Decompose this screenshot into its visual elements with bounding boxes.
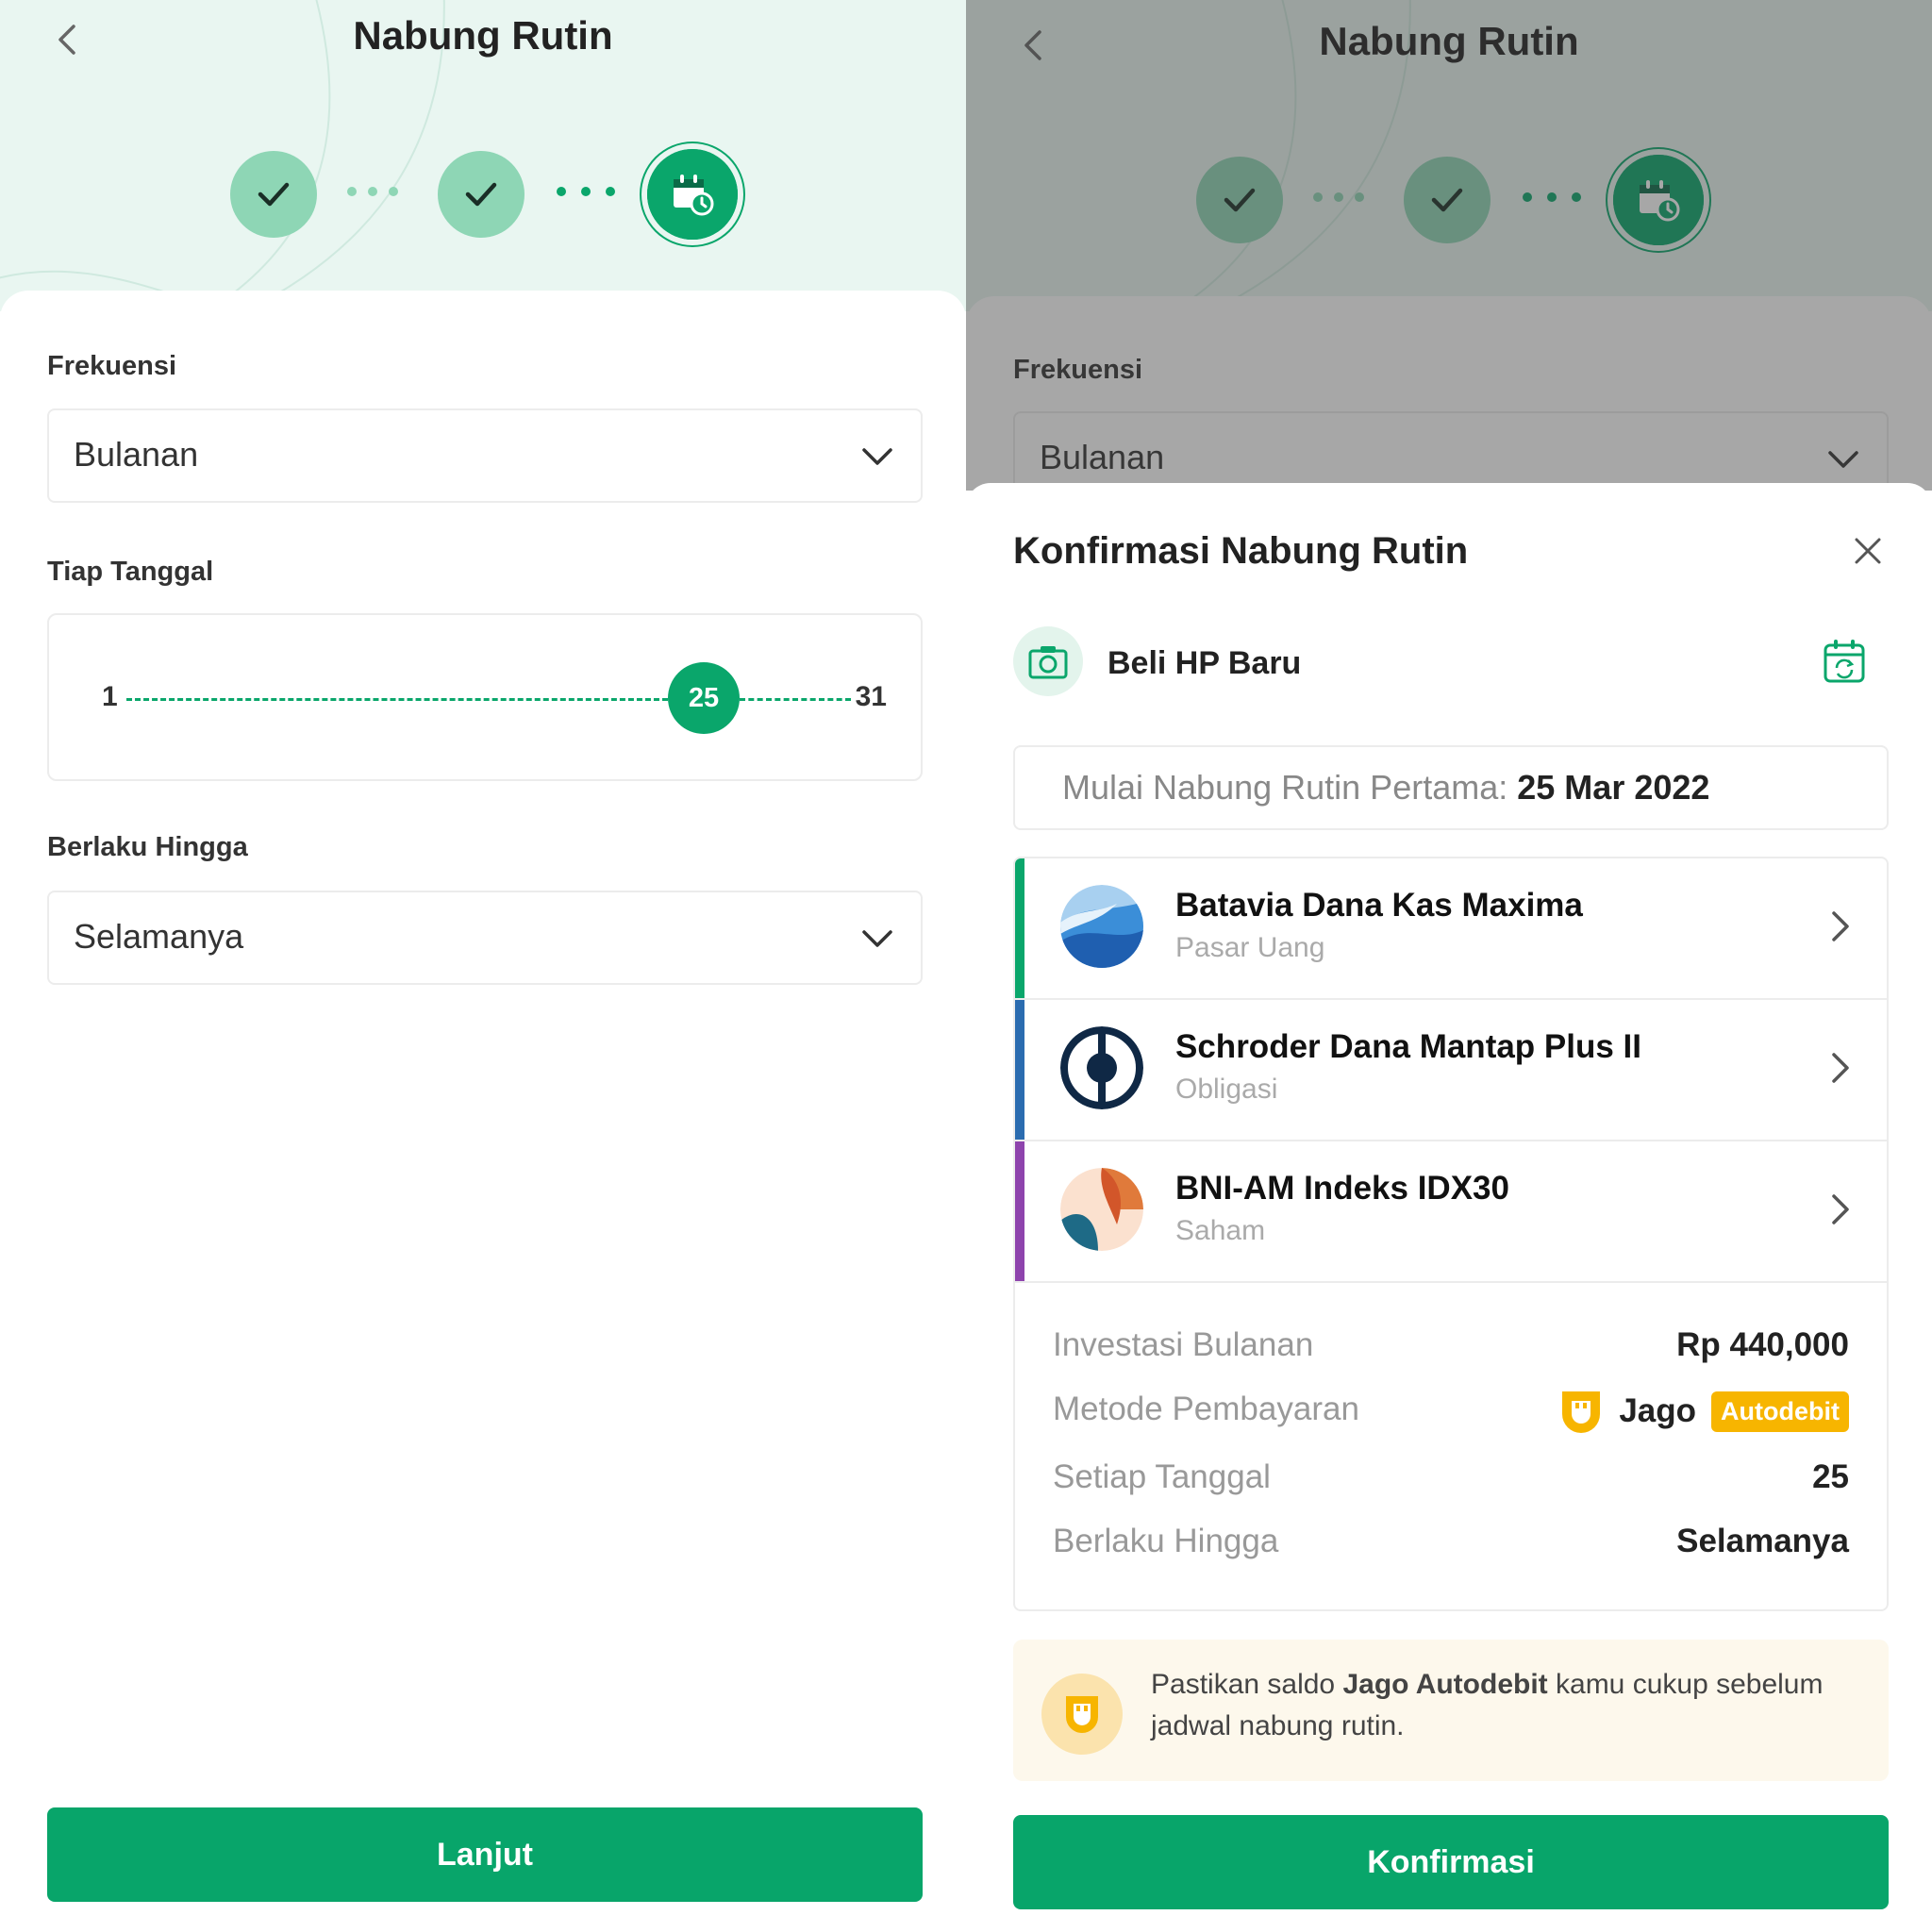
confirmation-sheet: Konfirmasi Nabung Rutin Beli HP Baru Mul…	[966, 483, 1932, 1932]
calendar-clock-icon	[674, 175, 714, 216]
next-button[interactable]: Lanjut	[47, 1807, 923, 1902]
slider-track-left	[126, 698, 668, 701]
payment-name: Jago	[1619, 1392, 1697, 1429]
close-icon[interactable]	[1851, 534, 1885, 568]
day-row: Setiap Tanggal 25	[1053, 1458, 1849, 1506]
frequency-dropdown[interactable]: Bulanan	[47, 408, 923, 503]
until-value: Selamanya	[1676, 1523, 1849, 1559]
payment-label: Metode Pembayaran	[1053, 1391, 1359, 1427]
until-row: Berlaku Hingga Selamanya	[1053, 1523, 1849, 1570]
frequency-label: Frekuensi	[47, 351, 176, 381]
schroder-logo-icon	[1060, 1026, 1143, 1109]
step-connector-2	[557, 187, 615, 196]
notice-text-pre: Pastikan saldo	[1151, 1669, 1343, 1700]
day-value: 25	[1812, 1458, 1849, 1495]
investment-value: Rp 440,000	[1676, 1326, 1849, 1363]
balance-notice: Pastikan saldo Jago Autodebit kamu cukup…	[1013, 1640, 1889, 1781]
payment-row: Metode Pembayaran Jago Autodebit	[1053, 1391, 1849, 1438]
start-date-box: Mulai Nabung Rutin Pertama: 25 Mar 2022	[1013, 745, 1889, 830]
start-date-value: 25 Mar 2022	[1517, 768, 1710, 807]
step-indicator	[230, 149, 740, 245]
until-label: Berlaku Hingga	[47, 832, 248, 862]
chevron-right-icon	[1832, 1053, 1849, 1083]
fund-color-bar	[1015, 1000, 1024, 1140]
confirmation-screen: Nabung Rutin Frekuensi Bulanan Konfirmas…	[966, 0, 1932, 1932]
header: Nabung Rutin	[0, 0, 966, 311]
until-dropdown[interactable]: Selamanya	[47, 891, 923, 985]
goal-avatar	[1013, 626, 1083, 696]
confirm-button[interactable]: Konfirmasi	[1013, 1815, 1889, 1909]
check-icon	[465, 182, 497, 207]
jago-logo-icon	[1562, 1391, 1601, 1433]
fund-row[interactable]: Schroder Dana Mantap Plus II Obligasi	[1015, 1000, 1887, 1141]
payment-method: Jago Autodebit	[1558, 1385, 1849, 1438]
fund-name: BNI-AM Indeks IDX30	[1175, 1170, 1509, 1207]
chevron-down-icon	[862, 930, 892, 947]
goal-name: Beli HP Baru	[1108, 645, 1302, 681]
start-date-label: Mulai Nabung Rutin Pertama:	[1062, 768, 1508, 807]
investment-row: Investasi Bulanan Rp 440,000	[1053, 1326, 1849, 1374]
fund-name: Batavia Dana Kas Maxima	[1175, 887, 1583, 924]
day-label: Setiap Tanggal	[1053, 1458, 1271, 1495]
slider-max-label: 31	[855, 681, 887, 712]
recurring-calendar-icon	[1824, 640, 1865, 683]
slider-handle[interactable]: 25	[668, 662, 740, 734]
sheet-title: Konfirmasi Nabung Rutin	[1013, 530, 1469, 572]
slider-min-label: 1	[102, 681, 118, 712]
notice-text-bold: Jago Autodebit	[1342, 1669, 1548, 1700]
chevron-right-icon	[1832, 1194, 1849, 1224]
bni-am-logo-icon	[1060, 1168, 1143, 1251]
fund-summary-card: Batavia Dana Kas Maxima Pasar Uang Schro…	[1013, 857, 1889, 1611]
fund-row[interactable]: Batavia Dana Kas Maxima Pasar Uang	[1015, 858, 1887, 1000]
fund-color-bar	[1015, 858, 1024, 998]
fund-category: Saham	[1175, 1215, 1266, 1246]
step-1-complete	[230, 151, 317, 238]
step-connector-1	[347, 187, 398, 196]
modal-backdrop[interactable]	[966, 0, 1932, 491]
fund-category: Pasar Uang	[1175, 932, 1325, 963]
until-label: Berlaku Hingga	[1053, 1523, 1279, 1559]
batavia-logo-icon	[1060, 885, 1143, 968]
camera-icon	[1028, 646, 1068, 679]
until-value: Selamanya	[74, 917, 244, 956]
setup-screen: Nabung Rutin Frekuensi Bulanan Tiap Tang…	[0, 0, 966, 1932]
form-card: Frekuensi Bulanan Tiap Tanggal 1 25 31 B…	[0, 291, 966, 1932]
fund-color-bar	[1015, 1141, 1024, 1281]
check-icon	[258, 182, 290, 207]
investment-label: Investasi Bulanan	[1053, 1326, 1314, 1363]
frequency-value: Bulanan	[74, 435, 199, 474]
slider-track-right	[740, 698, 851, 701]
chevron-right-icon	[1832, 911, 1849, 941]
chevron-down-icon	[862, 448, 892, 465]
fund-name: Schroder Dana Mantap Plus II	[1175, 1028, 1641, 1065]
fund-category: Obligasi	[1175, 1074, 1278, 1105]
jago-notice-icon	[1041, 1674, 1123, 1755]
date-slider[interactable]: 1 25 31	[47, 613, 923, 781]
notice-text: Pastikan saldo Jago Autodebit kamu cukup…	[1151, 1664, 1849, 1747]
autodebit-badge: Autodebit	[1711, 1391, 1849, 1432]
page-title: Nabung Rutin	[353, 13, 613, 58]
fund-row[interactable]: BNI-AM Indeks IDX30 Saham	[1015, 1141, 1887, 1283]
date-label: Tiap Tanggal	[47, 557, 214, 587]
step-3-current	[647, 149, 738, 240]
step-2-complete	[438, 151, 525, 238]
